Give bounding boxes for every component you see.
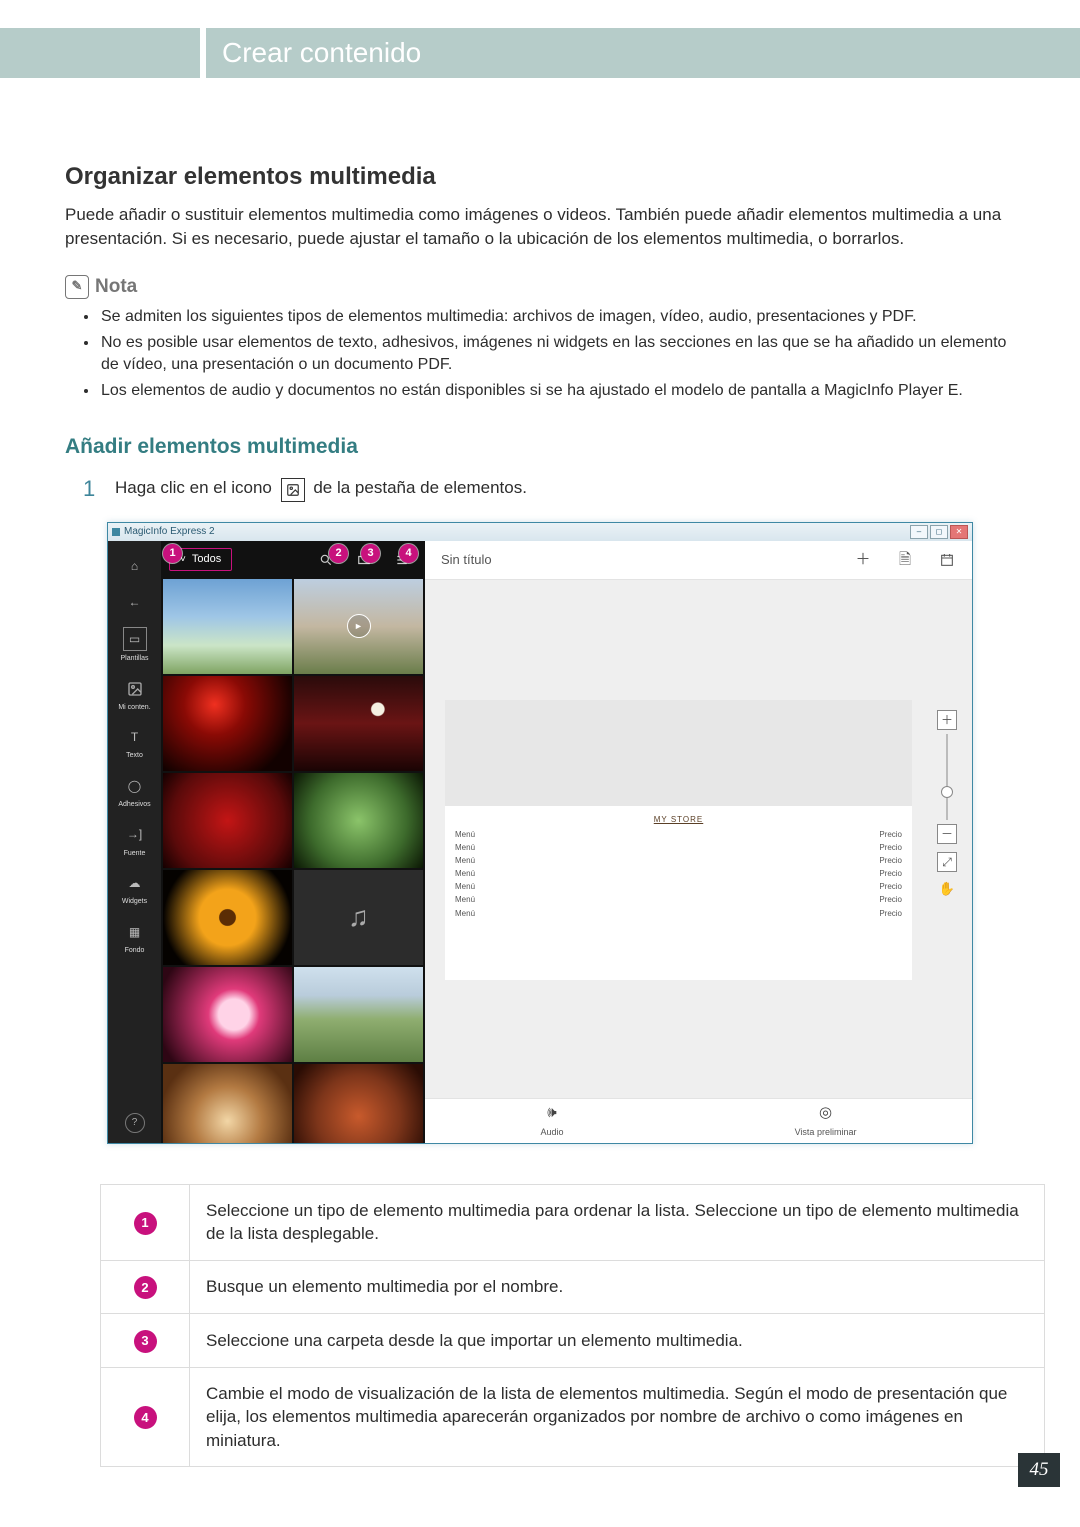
editor-canvas: Sin título ＋ 🗎 MY STORE xyxy=(425,541,972,1143)
heading-add-media: Añadir elementos multimedia xyxy=(65,433,1015,462)
legend-bullet-2: 2 xyxy=(134,1276,157,1299)
back-icon: ← xyxy=(124,591,146,613)
thumb-image[interactable] xyxy=(163,579,292,674)
thumb-image[interactable] xyxy=(163,870,292,965)
text-icon: T xyxy=(124,726,146,748)
app-window: MagicInfo Express 2 – ◻ ✕ ⌂ ← xyxy=(107,522,973,1144)
note-item: Se admiten los siguientes tipos de eleme… xyxy=(99,306,1015,328)
note-item: Los elementos de audio y documentos no e… xyxy=(99,380,1015,402)
audio-button[interactable]: 🕪 Audio xyxy=(541,1103,564,1138)
stage-upper-zone[interactable] xyxy=(445,700,912,806)
canvas-bottom-bar: 🕪 Audio ◎ Vista preliminar xyxy=(425,1098,972,1143)
nav-home[interactable]: ⌂ xyxy=(108,555,161,577)
nav-help[interactable]: ? xyxy=(125,1113,145,1133)
window-minimize[interactable]: – xyxy=(910,525,928,539)
media-thumbnails: ♫ xyxy=(161,579,425,1143)
filter-label: Todos xyxy=(192,552,221,567)
preview-button[interactable]: ◎ Vista preliminar xyxy=(795,1103,857,1138)
nav-my-content[interactable]: Mi conten. xyxy=(108,678,161,713)
document-icon[interactable]: 🗎 xyxy=(896,551,914,569)
callout-2: 2 xyxy=(329,544,348,563)
nav-stickers[interactable]: ◯ Adhesivos xyxy=(108,775,161,810)
intro-paragraph: Puede añadir o sustituir elementos multi… xyxy=(65,203,1015,250)
note-title: Nota xyxy=(95,274,137,300)
stage-lower-zone[interactable]: MY STORE MenúPrecio MenúPrecio MenúPreci… xyxy=(445,806,912,980)
zoom-track[interactable] xyxy=(946,734,948,820)
step-text-pre: Haga clic en el icono xyxy=(115,478,272,497)
layout-stage[interactable]: MY STORE MenúPrecio MenúPrecio MenúPreci… xyxy=(445,700,912,980)
legend-bullet-3: 3 xyxy=(134,1330,157,1353)
step-1: 1 Haga clic en el icono de la pestaña de… xyxy=(83,474,1015,504)
callout-legend: 1 Seleccione un tipo de elemento multime… xyxy=(100,1184,1045,1467)
calendar-icon[interactable] xyxy=(938,551,956,569)
canvas-toolbar: Sin título ＋ 🗎 xyxy=(425,541,972,580)
document-title: Sin título xyxy=(441,551,492,569)
legend-text-2: Busque un elemento multimedia por el nom… xyxy=(190,1260,1045,1313)
thumb-image[interactable] xyxy=(294,1064,423,1143)
app-title: MagicInfo Express 2 xyxy=(124,525,215,539)
nav-widgets[interactable]: ☁ Widgets xyxy=(108,872,161,907)
header-strip: Crear contenido xyxy=(0,28,1080,78)
sticker-icon: ◯ xyxy=(124,775,146,797)
zoom-thumb[interactable] xyxy=(941,786,953,798)
media-panel: 1 ˅ Todos 2 3 xyxy=(161,541,425,1143)
thumb-image[interactable] xyxy=(163,1064,292,1143)
media-tab-icon xyxy=(281,478,305,502)
note-icon xyxy=(65,275,89,299)
callout-3: 3 xyxy=(361,544,380,563)
widget-icon: ☁ xyxy=(124,872,146,894)
header-accent-block xyxy=(0,28,200,78)
zoom-in-button[interactable]: ＋ xyxy=(937,710,957,730)
heading-organize: Organizar elementos multimedia xyxy=(65,160,1015,193)
header-section-title: Crear contenido xyxy=(206,28,1080,78)
legend-bullet-1: 1 xyxy=(134,1212,157,1235)
image-icon xyxy=(124,678,146,700)
preview-icon: ◎ xyxy=(819,1103,832,1124)
nav-back[interactable]: ← xyxy=(108,591,161,613)
note-item: No es posible usar elementos de texto, a… xyxy=(99,332,1015,376)
page-number: 45 xyxy=(1018,1453,1060,1487)
callout-1: 1 xyxy=(163,544,182,563)
pan-icon[interactable]: ✋ xyxy=(938,880,956,898)
nav-source[interactable]: →] Fuente xyxy=(108,824,161,859)
templates-icon: ▭ xyxy=(123,627,147,651)
zoom-fit-button[interactable]: ⤢ xyxy=(937,852,957,872)
thumb-image[interactable] xyxy=(294,773,423,868)
note-list: Se admiten los siguientes tipos de eleme… xyxy=(65,306,1015,402)
zoom-control: ＋ － ⤢ ✋ xyxy=(936,710,958,898)
zoom-out-button[interactable]: － xyxy=(937,824,957,844)
app-icon xyxy=(112,528,120,536)
legend-text-4: Cambie el modo de visualización de la li… xyxy=(190,1367,1045,1466)
thumb-image[interactable] xyxy=(163,967,292,1062)
source-icon: →] xyxy=(124,824,146,846)
add-icon[interactable]: ＋ xyxy=(854,551,872,569)
thumb-image[interactable] xyxy=(163,676,292,771)
app-titlebar[interactable]: MagicInfo Express 2 – ◻ ✕ xyxy=(108,523,972,541)
speaker-icon: 🕪 xyxy=(547,1103,556,1124)
window-close[interactable]: ✕ xyxy=(950,525,968,539)
nav-templates[interactable]: ▭ Plantillas xyxy=(108,627,161,664)
legend-text-1: Seleccione un tipo de elemento multimedi… xyxy=(190,1184,1045,1260)
thumb-audio[interactable]: ♫ xyxy=(294,870,423,965)
step-text-post: de la pestaña de elementos. xyxy=(313,478,527,497)
home-icon: ⌂ xyxy=(124,555,146,577)
nav-text[interactable]: T Texto xyxy=(108,726,161,761)
legend-text-3: Seleccione una carpeta desde la que impo… xyxy=(190,1314,1045,1367)
nav-background[interactable]: ▦ Fondo xyxy=(108,921,161,956)
thumb-video[interactable] xyxy=(294,579,423,674)
background-icon: ▦ xyxy=(124,921,146,943)
store-title: MY STORE xyxy=(455,814,902,825)
thumb-image[interactable] xyxy=(294,676,423,771)
step-number: 1 xyxy=(83,474,103,504)
thumb-image[interactable] xyxy=(294,967,423,1062)
callout-4: 4 xyxy=(399,544,418,563)
legend-bullet-4: 4 xyxy=(134,1406,157,1429)
left-nav: ⌂ ← ▭ Plantillas Mi conten. xyxy=(108,541,161,1143)
window-maximize[interactable]: ◻ xyxy=(930,525,948,539)
thumb-image[interactable] xyxy=(163,773,292,868)
